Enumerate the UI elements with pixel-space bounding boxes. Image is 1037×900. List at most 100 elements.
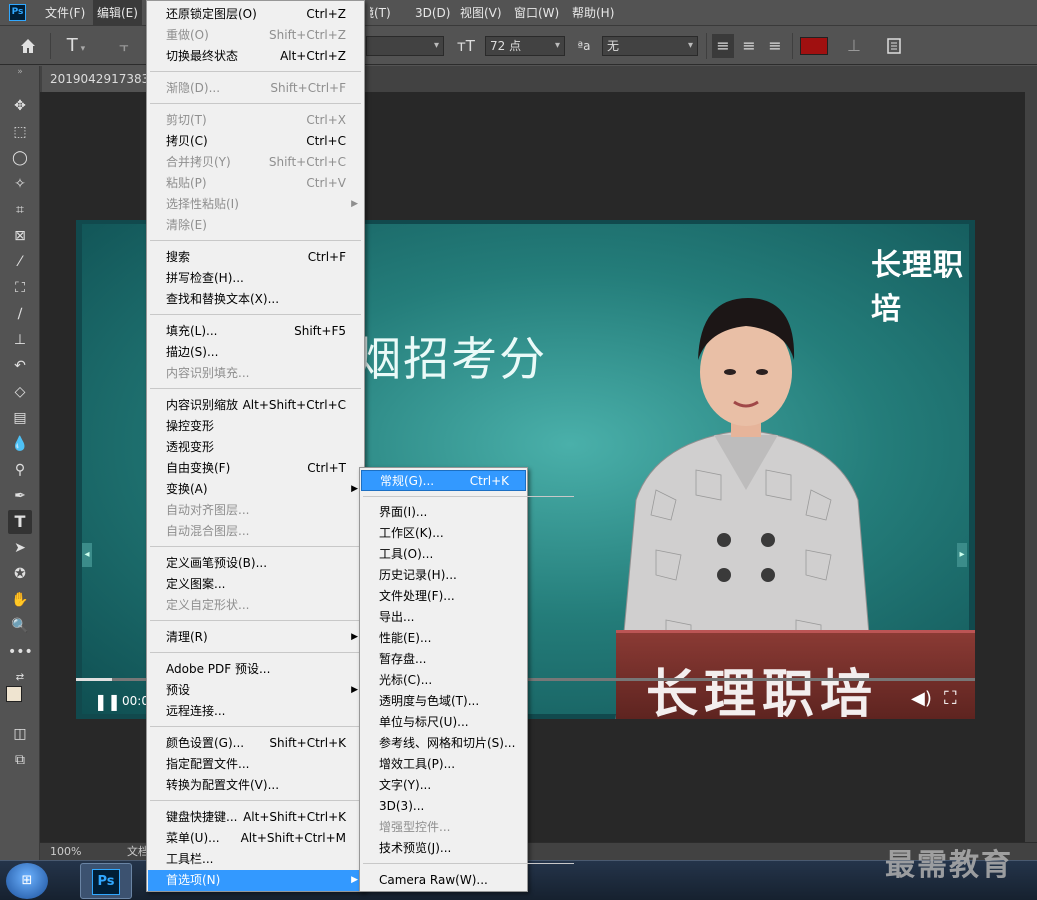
taskbar-photoshop-button[interactable]: Ps xyxy=(80,863,132,899)
edit-menu-item[interactable]: 填充(L)... Shift+F5 xyxy=(148,321,363,342)
edit-menu-item[interactable]: 透视变形 xyxy=(148,437,363,458)
path-selection-tool-icon[interactable]: ➤ xyxy=(8,536,32,560)
foreground-color-swatch[interactable] xyxy=(6,686,22,702)
edit-menu-item[interactable]: 还原锁定图层(O) Ctrl+Z xyxy=(148,4,363,25)
preferences-menu-item[interactable]: 暂存盘... xyxy=(361,649,526,670)
preferences-menu-item[interactable]: 参考线、网格和切片(S)... xyxy=(361,733,526,754)
edit-menu-item[interactable]: 内容识别缩放 Alt+Shift+Ctrl+C xyxy=(148,395,363,416)
edit-menu-item[interactable]: 变换(A) ▶ xyxy=(148,479,363,500)
edit-menu-item[interactable]: 预设 ▶ xyxy=(148,680,363,701)
fullscreen-icon[interactable]: ⛶ xyxy=(944,688,957,709)
gradient-tool-icon[interactable]: ▤ xyxy=(8,406,32,430)
edit-menu-item[interactable]: 指定配置文件... xyxy=(148,754,363,775)
hand-tool-icon[interactable]: ✋ xyxy=(8,588,32,612)
preferences-menu-item[interactable]: 工具(O)... xyxy=(361,544,526,565)
edit-menu-item[interactable]: 远程连接... xyxy=(148,701,363,722)
volume-icon[interactable]: ◀) xyxy=(911,688,932,709)
preferences-menu-item[interactable]: 透明度与色域(T)... xyxy=(361,691,526,712)
video-prev-arrow-icon[interactable]: ◂ xyxy=(82,543,92,567)
menu-filter[interactable]: 滤镜(T) xyxy=(366,0,395,26)
menu-view[interactable]: 视图(V) xyxy=(456,0,506,26)
lasso-tool-icon[interactable]: ◯ xyxy=(8,146,32,170)
edit-menu-item[interactable]: 颜色设置(G)... Shift+Ctrl+K xyxy=(148,733,363,754)
edit-menu-item[interactable]: 描边(S)... xyxy=(148,342,363,363)
marquee-tool-icon[interactable]: ⬚ xyxy=(8,120,32,144)
type-tool-icon[interactable]: T xyxy=(8,510,32,534)
eraser-tool-icon[interactable]: ◇ xyxy=(8,380,32,404)
preferences-menu-item[interactable]: 增效工具(P)... xyxy=(361,754,526,775)
preferences-menu-item[interactable]: Camera Raw(W)... xyxy=(361,870,526,891)
align-center-icon[interactable]: ≡ xyxy=(738,34,760,58)
healing-brush-tool-icon[interactable]: ⛶ xyxy=(8,276,32,300)
edit-menu-item[interactable]: Adobe PDF 预设... xyxy=(148,659,363,680)
pen-tool-icon[interactable]: ✒ xyxy=(8,484,32,508)
edit-menu-item[interactable]: 重做(O) Shift+Ctrl+Z xyxy=(148,25,363,46)
preferences-menu-item[interactable]: 技术预览(J)... xyxy=(361,838,526,859)
text-tool-preset-icon[interactable]: T ▾ xyxy=(58,34,94,58)
edit-menu-item[interactable]: 首选项(N) ▶ xyxy=(148,870,363,891)
edit-menu-item[interactable]: 转换为配置文件(V)... xyxy=(148,775,363,796)
edit-menu-item[interactable]: 搜索 Ctrl+F xyxy=(148,247,363,268)
align-right-icon[interactable]: ≡ xyxy=(764,34,786,58)
edit-menu-item[interactable]: 剪切(T) Ctrl+X xyxy=(148,110,363,131)
home-icon[interactable] xyxy=(16,34,40,58)
preferences-menu-item[interactable]: 文字(Y)... xyxy=(361,775,526,796)
edit-menu-item[interactable]: 粘贴(P) Ctrl+V xyxy=(148,173,363,194)
character-panel-icon[interactable] xyxy=(882,34,906,58)
dodge-tool-icon[interactable]: ⚲ xyxy=(8,458,32,482)
edit-menu-item[interactable]: 工具栏... xyxy=(148,849,363,870)
pause-icon[interactable]: ❚❚ xyxy=(94,692,121,711)
windows-start-icon[interactable]: ⊞ xyxy=(6,863,48,899)
antialias-select[interactable]: 无 ▾ xyxy=(602,36,698,56)
edit-menu-item[interactable]: 自动混合图层... xyxy=(148,521,363,542)
preferences-menu-item[interactable]: 光标(C)... xyxy=(361,670,526,691)
menu-3d[interactable]: 3D(D) xyxy=(411,0,454,26)
edit-menu-item[interactable]: 渐隐(D)... Shift+Ctrl+F xyxy=(148,78,363,99)
preferences-menu-item[interactable]: 常规(G)... Ctrl+K xyxy=(361,470,526,491)
preferences-menu-item[interactable]: 3D(3)... xyxy=(361,796,526,817)
preferences-menu-item[interactable]: 性能(E)... xyxy=(361,628,526,649)
edit-menu-item[interactable]: 选择性粘贴(I) ▶ xyxy=(148,194,363,215)
edit-menu-item[interactable]: 键盘快捷键... Alt+Shift+Ctrl+K xyxy=(148,807,363,828)
screen-mode-icon[interactable]: ⧉ xyxy=(8,748,32,772)
clone-stamp-tool-icon[interactable]: ⊥ xyxy=(8,328,32,352)
menu-edit[interactable]: 编辑(E) xyxy=(93,0,142,26)
blur-tool-icon[interactable]: 💧 xyxy=(8,432,32,456)
quick-mask-icon[interactable]: ◫ xyxy=(8,722,32,746)
magic-wand-tool-icon[interactable]: ✧ xyxy=(8,172,32,196)
font-style-select[interactable]: ▾ xyxy=(366,36,444,56)
edit-menu-item[interactable]: 定义画笔预设(B)... xyxy=(148,553,363,574)
brush-tool-icon[interactable]: ∕ xyxy=(8,302,32,326)
zoom-tool-icon[interactable]: 🔍 xyxy=(8,614,32,638)
text-orientation-icon[interactable]: ⫟ xyxy=(112,34,136,58)
preferences-menu-item[interactable]: 历史记录(H)... xyxy=(361,565,526,586)
menu-help[interactable]: 帮助(H) xyxy=(568,0,618,26)
zoom-level[interactable]: 100% xyxy=(50,843,81,861)
crop-tool-icon[interactable]: ⌗ xyxy=(8,198,32,222)
text-color-swatch[interactable] xyxy=(800,37,828,55)
preferences-menu-item[interactable]: 工作区(K)... xyxy=(361,523,526,544)
edit-menu-item[interactable]: 清理(R) ▶ xyxy=(148,627,363,648)
edit-menu-item[interactable]: 自动对齐图层... xyxy=(148,500,363,521)
preferences-menu-item[interactable]: 导出... xyxy=(361,607,526,628)
preferences-menu-item[interactable]: 单位与标尺(U)... xyxy=(361,712,526,733)
collapse-toolbox-icon[interactable]: » xyxy=(8,66,32,78)
edit-menu-item[interactable]: 定义图案... xyxy=(148,574,363,595)
edit-menu-item[interactable]: 拼写检查(H)... xyxy=(148,268,363,289)
preferences-menu-item[interactable]: 界面(I)... xyxy=(361,502,526,523)
video-next-arrow-icon[interactable]: ▸ xyxy=(957,543,967,567)
edit-menu-item[interactable]: 定义自定形状... xyxy=(148,595,363,616)
move-tool-icon[interactable]: ✥ xyxy=(8,94,32,118)
edit-toolbar-icon[interactable]: ••• xyxy=(8,640,33,664)
preferences-menu-item[interactable]: 文件处理(F)... xyxy=(361,586,526,607)
edit-menu-item[interactable]: 自由变换(F) Ctrl+T xyxy=(148,458,363,479)
font-size-select[interactable]: 72 点 ▾ xyxy=(485,36,565,56)
edit-menu-item[interactable]: 合并拷贝(Y) Shift+Ctrl+C xyxy=(148,152,363,173)
edit-menu-item[interactable]: 操控变形 xyxy=(148,416,363,437)
vertical-scrollbar[interactable] xyxy=(1025,92,1037,842)
menu-file[interactable]: 文件(F) xyxy=(41,0,89,26)
edit-menu-item[interactable]: 切换最终状态 Alt+Ctrl+Z xyxy=(148,46,363,67)
history-brush-tool-icon[interactable]: ↶ xyxy=(8,354,32,378)
edit-menu-item[interactable]: 查找和替换文本(X)... xyxy=(148,289,363,310)
shape-tool-icon[interactable]: ✪ xyxy=(8,562,32,586)
